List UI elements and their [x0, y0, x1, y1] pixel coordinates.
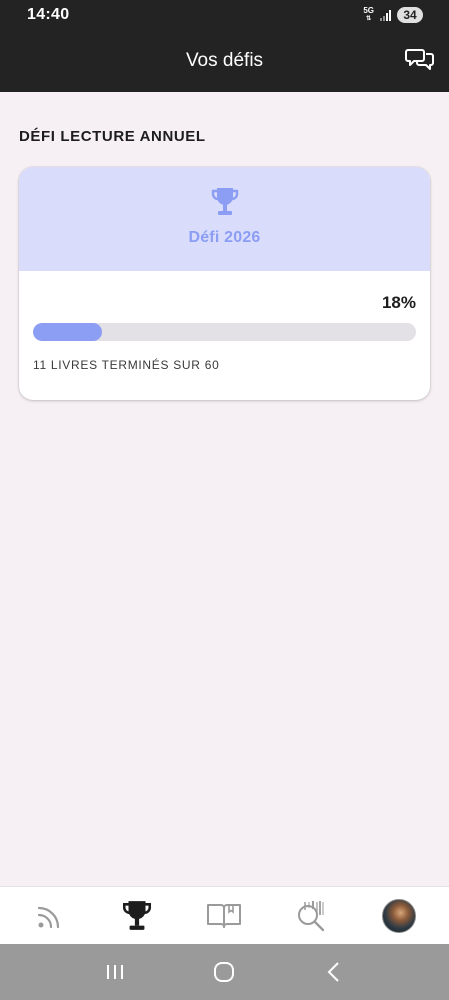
- recent-apps-button[interactable]: [95, 952, 135, 992]
- challenge-card-header: Défi 2026: [19, 167, 430, 271]
- trophy-icon: [123, 900, 152, 930]
- nav-item-challenges[interactable]: [107, 891, 167, 941]
- section-title: DÉFI LECTURE ANNUEL: [19, 128, 206, 145]
- recent-apps-icon: [106, 965, 123, 979]
- network-type: 5G: [363, 6, 374, 15]
- trophy-icon: [211, 188, 238, 215]
- messages-button[interactable]: [405, 45, 435, 73]
- avatar: [382, 898, 417, 933]
- nav-item-profile[interactable]: [369, 891, 429, 941]
- battery-indicator: 34: [397, 7, 423, 23]
- back-chevron-icon: [327, 962, 339, 982]
- book-icon: [207, 903, 242, 928]
- challenge-name: Défi 2026: [188, 229, 261, 246]
- books-completed-status: 11 LIVRES TERMINÉS SUR 60: [33, 358, 220, 372]
- network-indicator: 5G ⇅: [363, 7, 374, 23]
- reading-challenge-card[interactable]: Défi 2026 18% 11 LIVRES TERMINÉS SUR 60: [19, 167, 430, 400]
- app-header: Vos défis: [0, 30, 449, 92]
- status-bar: 14:40 5G ⇅ 34: [0, 0, 449, 30]
- nav-item-library[interactable]: [194, 891, 254, 941]
- home-button[interactable]: [204, 952, 244, 992]
- status-indicators: 5G ⇅ 34: [363, 7, 423, 23]
- bottom-navigation: [0, 886, 449, 944]
- feed-icon: [37, 906, 59, 928]
- signal-icon: [380, 9, 391, 21]
- status-time: 14:40: [27, 6, 70, 23]
- system-navigation-bar: [0, 944, 449, 1000]
- search-barcode-icon: [297, 900, 325, 931]
- page-title: Vos défis: [185, 50, 264, 71]
- data-arrows-icon: ⇅: [366, 16, 372, 22]
- progress-percent: 18%: [381, 293, 416, 312]
- challenge-card-body: 18% 11 LIVRES TERMINÉS SUR 60: [19, 271, 430, 400]
- chat-bubbles-icon: [405, 49, 434, 70]
- home-icon: [214, 962, 235, 982]
- progress-bar-fill: [33, 323, 102, 341]
- nav-item-scan-search[interactable]: [282, 891, 342, 941]
- back-button[interactable]: [314, 952, 354, 992]
- nav-item-feed[interactable]: [20, 891, 80, 941]
- progress-bar: [33, 323, 416, 341]
